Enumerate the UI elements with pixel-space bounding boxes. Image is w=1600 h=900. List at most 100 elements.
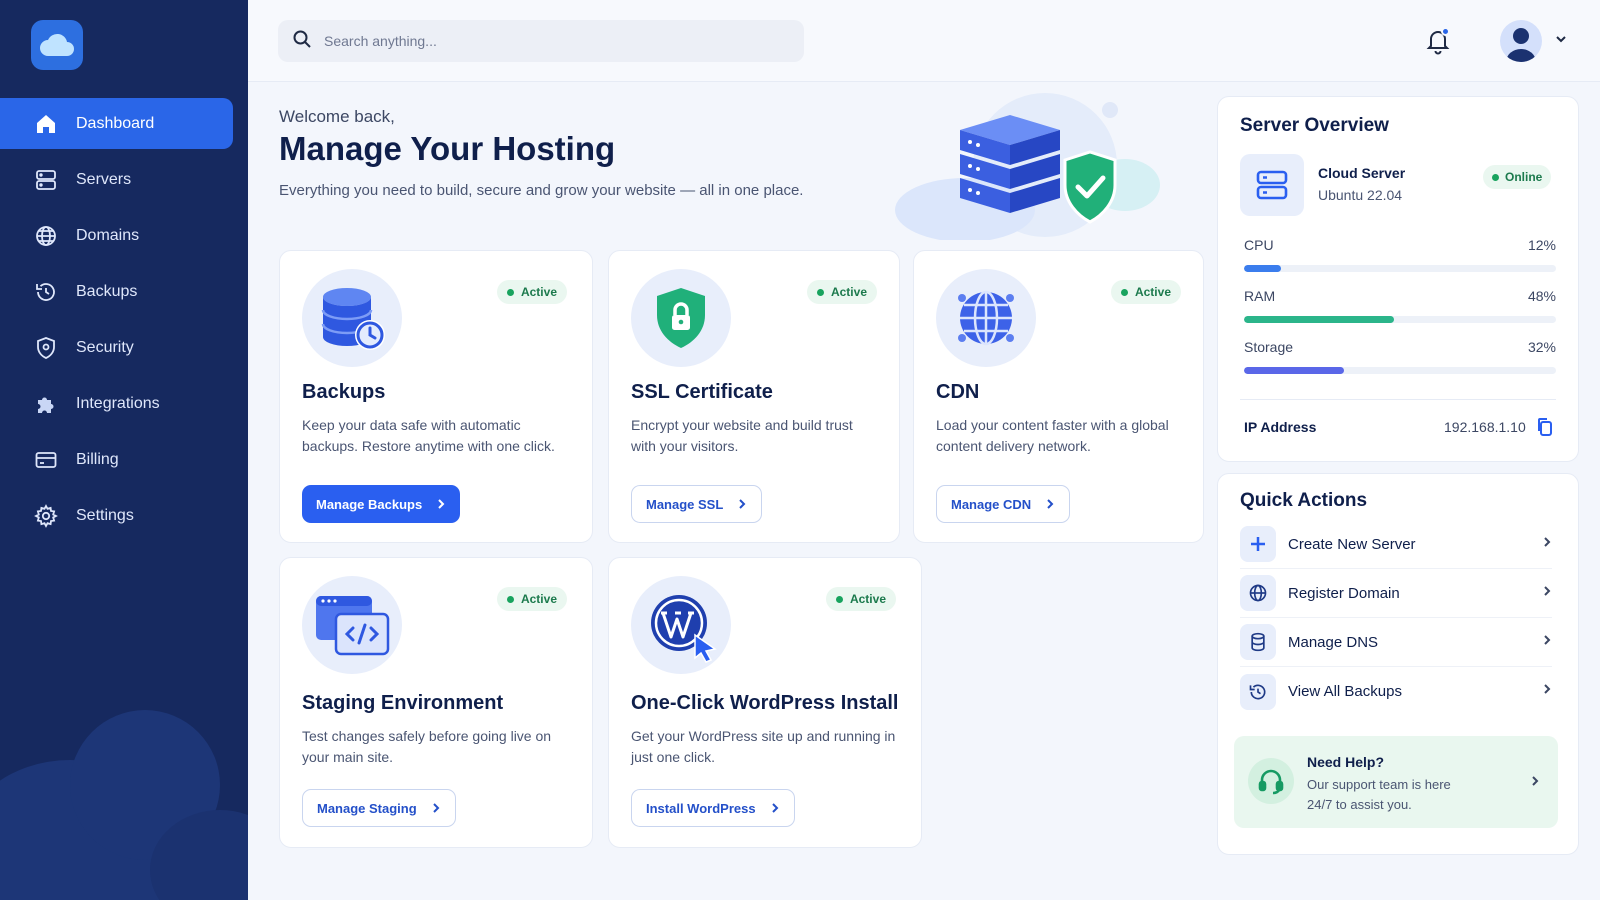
cdn-card: Active CDN Load your content faster with… [913,250,1204,543]
metric-label: CPU [1244,237,1274,253]
page-title: Manage Your Hosting [279,130,616,167]
card-title: CDN [936,381,980,403]
metric-label: RAM [1244,288,1276,304]
divider [1240,399,1556,400]
quick-action-register-domain[interactable]: Register Domain [1240,569,1552,618]
sidebar-item-settings[interactable]: Settings [0,490,233,541]
quick-action-label: View All Backups [1288,683,1402,700]
page-subtitle: Everything you need to build, secure and… [279,182,804,199]
quick-actions-panel: Quick Actions Create New Server Register… [1217,473,1579,855]
backups-card: Active Backups Keep your data safe with … [279,250,593,543]
sidebar-item-label: Billing [76,450,119,468]
cpu-bar-fill [1244,265,1282,272]
history-icon [32,278,60,306]
quick-action-view-backups[interactable]: View All Backups [1240,667,1552,716]
sidebar-item-label: Domains [76,226,140,244]
globe-network-icon [936,269,1036,367]
chevron-right-icon [770,802,780,814]
sidebar-item-servers[interactable]: Servers [0,154,233,205]
chevron-right-icon [737,498,747,510]
sidebar-item-security[interactable]: Security [0,322,233,373]
ram-metric: RAM 48% [1244,288,1556,323]
metric-label: Storage [1244,339,1294,355]
shield-icon [32,334,60,362]
search-icon [292,29,312,54]
metric-track [1244,316,1556,323]
storage-bar-fill [1244,367,1344,374]
code-window-icon [302,576,402,674]
need-help-card[interactable]: Need Help? Our support team is here 24/7… [1234,736,1558,828]
server-overview-panel: Server Overview Cloud Server Ubuntu 22.0… [1217,96,1579,462]
welcome-text: Welcome back, [279,107,395,126]
card-description: Encrypt your website and build trust wit… [631,417,853,454]
card-icon [32,446,60,474]
sidebar-item-dashboard[interactable]: Dashboard [0,98,233,149]
gear-icon [32,502,60,530]
sidebar-item-label: Settings [76,506,134,524]
sidebar-item-label: Servers [76,170,132,188]
chevron-right-icon [436,498,446,510]
card-description: Get your WordPress site up and running i… [631,728,896,765]
notification-dot [1441,27,1450,36]
database-icon [1240,624,1276,660]
chevron-right-icon [1045,498,1055,510]
copy-icon[interactable] [1536,417,1554,442]
wordpress-card: Active One-Click WordPress Install Get y… [608,557,922,848]
server-name: Cloud Server [1318,165,1406,181]
card-title: SSL Certificate [631,381,773,403]
metric-value: 32% [1527,339,1556,355]
chevron-right-icon [1530,774,1540,793]
storage-metric: Storage 32% [1244,339,1556,374]
sidebar-item-backups[interactable]: Backups [0,266,233,317]
manage-ssl-button[interactable]: Manage SSL [631,485,763,523]
manage-staging-button[interactable]: Manage Staging [302,789,456,827]
chevron-right-icon [1542,682,1552,701]
home-icon [32,110,60,138]
status-badge: Active [825,587,896,611]
install-wordpress-button[interactable]: Install WordPress [631,789,795,827]
status-badge: Active [806,280,877,304]
quick-action-create-server[interactable]: Create New Server [1240,520,1552,569]
chevron-right-icon [1542,584,1552,603]
sidebar-item-billing[interactable]: Billing [0,434,233,485]
history-icon [1240,673,1276,710]
top-bar [248,0,1600,82]
help-description: Our support team is here 24/7 to assist … [1307,777,1451,812]
cloud-logo-icon[interactable] [31,20,83,70]
chevron-right-icon [431,802,441,814]
sidebar-item-label: Integrations [76,394,160,412]
manage-backups-button[interactable]: Manage Backups [302,485,461,523]
sidebar-item-integrations[interactable]: Integrations [0,378,233,429]
online-status-badge: Online [1483,165,1552,189]
metric-value: 48% [1527,288,1556,304]
quick-action-manage-dns[interactable]: Manage DNS [1240,618,1552,667]
card-description: Keep your data safe with automatic backu… [302,417,555,454]
sidebar: Dashboard Servers Domains Backups Securi… [0,0,248,900]
search-input[interactable] [324,33,764,49]
wordpress-icon [631,576,731,674]
card-description: Test changes safely before going live on… [302,728,552,765]
ip-address-value: 192.168.1.10 [1444,419,1526,435]
user-avatar[interactable] [1500,20,1542,62]
quick-action-label: Create New Server [1288,535,1416,553]
sidebar-item-label: Backups [76,282,138,300]
sidebar-item-domains[interactable]: Domains [0,210,233,261]
shield-lock-icon [631,269,731,367]
metric-track [1244,265,1556,272]
status-badge: Active [496,587,567,611]
puzzle-icon [32,390,60,418]
ip-address-label: IP Address [1244,419,1317,435]
status-badge: Active [496,280,567,304]
chevron-down-icon[interactable] [1554,32,1568,51]
chevron-right-icon [1542,633,1552,652]
card-description: Load your content faster with a global c… [936,417,1169,454]
manage-cdn-button[interactable]: Manage CDN [936,485,1071,523]
staging-card: Active Staging Environment Test changes … [279,557,593,848]
notification-bell-icon[interactable] [1423,26,1453,56]
panel-title: Quick Actions [1240,490,1368,511]
database-clock-icon [302,269,402,367]
quick-action-label: Register Domain [1288,584,1400,602]
metric-value: 12% [1527,237,1556,253]
search-bar[interactable] [278,20,804,62]
plus-icon [1240,526,1276,562]
